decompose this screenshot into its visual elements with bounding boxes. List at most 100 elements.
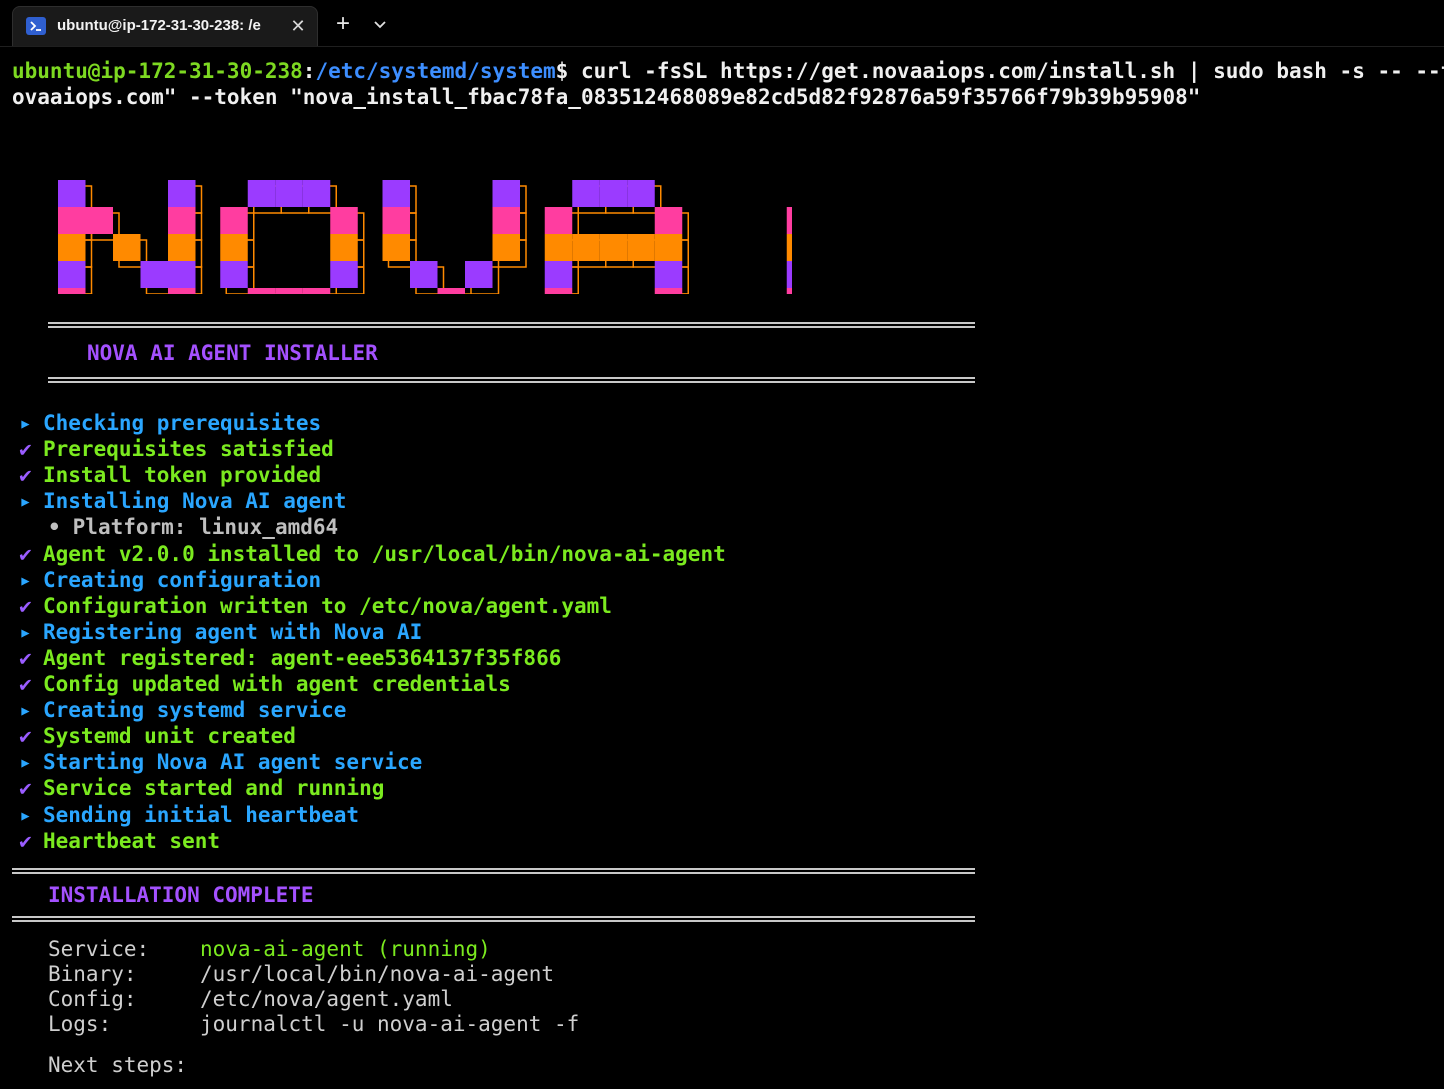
step-line: • Platform: linux_amd64 xyxy=(48,514,338,540)
banner-pixel xyxy=(544,207,573,234)
terminal-icon xyxy=(26,17,46,35)
step-line: ✔ Config updated with agent credentials xyxy=(12,671,511,697)
step-text: Agent v2.0.0 installed to /usr/local/bin… xyxy=(43,542,726,566)
banner-pixel xyxy=(599,234,628,261)
step-line: ▸ Creating systemd service xyxy=(12,697,346,723)
prompt-path: /etc/systemd/system xyxy=(315,59,556,83)
step-line: ✔ Agent registered: agent-eee5364137f35f8… xyxy=(12,645,561,671)
banner-pixel xyxy=(168,180,196,207)
triangle-right-icon: ▸ xyxy=(19,568,32,592)
step-line: ✔ Prerequisites satisfied xyxy=(12,436,334,462)
prompt-command-wrap: ovaaiops.com" --token "nova_install_fbac… xyxy=(12,85,1201,109)
check-icon: ✔ xyxy=(19,542,32,566)
banner-pixel xyxy=(247,288,276,294)
banner-pixel xyxy=(654,261,683,288)
banner-pixel xyxy=(302,180,331,207)
step-line: ✔ Service started and running xyxy=(12,775,384,801)
banner-pixel xyxy=(465,261,493,288)
triangle-right-icon: ▸ xyxy=(19,803,32,827)
step-line: ✔ Agent v2.0.0 installed to /usr/local/bi… xyxy=(12,541,726,567)
banner-pixel xyxy=(168,288,196,294)
step-line: ✔ Install token provided xyxy=(12,462,321,488)
step-text: Configuration written to /etc/nova/agent… xyxy=(43,594,612,618)
chevron-down-icon[interactable] xyxy=(370,16,390,34)
check-icon: ✔ xyxy=(19,594,32,618)
triangle-right-icon: ▸ xyxy=(19,411,32,435)
banner-pixel xyxy=(654,234,683,261)
step-text: Registering agent with Nova AI xyxy=(43,620,423,644)
step-text: Service started and running xyxy=(43,776,385,800)
banner-pixel xyxy=(437,288,465,294)
terminal-tab[interactable]: ubuntu@ip-172-31-30-238: /e ✕ xyxy=(12,6,318,46)
terminal-output[interactable]: ubuntu@ip-172-31-30-238:/etc/systemd/sys… xyxy=(0,46,1444,1089)
tab-bar: ubuntu@ip-172-31-30-238: /e ✕ + xyxy=(0,0,1444,47)
check-icon: ✔ xyxy=(19,437,32,461)
step-line: ▸ Installing Nova AI agent xyxy=(12,488,346,514)
nova-ai-banner-logo xyxy=(58,180,792,294)
banner-pixel xyxy=(168,261,196,288)
summary-label: Logs: xyxy=(48,1012,112,1036)
step-text: Starting Nova AI agent service xyxy=(43,750,423,774)
banner-pixel xyxy=(330,261,358,288)
summary-value: /etc/nova/agent.yaml xyxy=(200,987,453,1011)
banner-pixel xyxy=(786,288,792,294)
summary-value: /usr/local/bin/nova-ai-agent xyxy=(200,962,555,986)
prompt-separator: : xyxy=(302,59,316,83)
step-text: Heartbeat sent xyxy=(43,829,221,853)
banner-pixel xyxy=(85,207,113,234)
check-icon: ✔ xyxy=(19,776,32,800)
complete-rule-bottom xyxy=(12,916,975,922)
new-tab-button[interactable]: + xyxy=(332,12,354,36)
banner-pixel xyxy=(247,180,276,207)
banner-pixel xyxy=(786,261,792,288)
tab-title: ubuntu@ip-172-31-30-238: /e xyxy=(57,17,261,34)
banner-pixel xyxy=(58,207,86,234)
banner-pixel xyxy=(544,234,573,261)
banner-pixel xyxy=(275,288,303,294)
check-icon: ✔ xyxy=(19,724,32,748)
close-icon[interactable]: ✕ xyxy=(289,17,307,35)
banner-pixel xyxy=(168,207,196,234)
header-rule-top xyxy=(48,322,975,328)
triangle-right-icon: ▸ xyxy=(19,750,32,774)
step-text: Systemd unit created xyxy=(43,724,296,748)
banner-pixel xyxy=(382,234,410,261)
prompt-command: curl -fsSL https://get.novaaiops.com/ins… xyxy=(580,59,1444,83)
step-line: ✔ Heartbeat sent xyxy=(12,828,220,854)
bullet-icon: • xyxy=(48,515,61,539)
step-line: ▸ Creating configuration xyxy=(12,567,321,593)
banner-pixel xyxy=(58,261,86,288)
prompt-symbol: $ xyxy=(555,59,569,83)
complete-title: INSTALLATION COMPLETE xyxy=(48,883,314,907)
banner-pixel xyxy=(113,234,141,261)
banner-pixel xyxy=(58,288,86,294)
triangle-right-icon: ▸ xyxy=(19,698,32,722)
prompt-line: ubuntu@ip-172-31-30-238:/etc/systemd/sys… xyxy=(12,58,1444,84)
step-text: Creating systemd service xyxy=(43,698,347,722)
step-line: ▸ Checking prerequisites xyxy=(12,410,321,436)
banner-pixel xyxy=(220,261,248,288)
banner-pixel xyxy=(330,234,358,261)
step-text: Creating configuration xyxy=(43,568,322,592)
step-text: Agent registered: agent-eee5364137f35f86… xyxy=(43,646,562,670)
summary-label: Service: xyxy=(48,937,150,961)
step-line: ▸ Starting Nova AI agent service xyxy=(12,749,422,775)
banner-pixel xyxy=(492,180,520,207)
banner-pixel xyxy=(275,180,303,207)
banner-pixel xyxy=(786,234,792,261)
step-text: Install token provided xyxy=(43,463,322,487)
banner-pixel xyxy=(544,288,573,294)
banner-pixel xyxy=(492,207,520,234)
step-line: ▸ Registering agent with Nova AI xyxy=(12,619,422,645)
step-text: Sending initial heartbeat xyxy=(43,803,360,827)
summary-value: journalctl -u nova-ai-agent -f xyxy=(200,1012,580,1036)
step-text: Checking prerequisites xyxy=(43,411,322,435)
step-text: Config updated with agent credentials xyxy=(43,672,511,696)
banner-pixel xyxy=(220,234,248,261)
step-line: ✔ Systemd unit created xyxy=(12,723,296,749)
step-text: Platform: linux_amd64 xyxy=(72,515,339,539)
banner-pixel xyxy=(599,180,628,207)
triangle-right-icon: ▸ xyxy=(19,620,32,644)
banner-pixel xyxy=(302,288,331,294)
next-steps-label: Next steps: xyxy=(48,1053,188,1077)
